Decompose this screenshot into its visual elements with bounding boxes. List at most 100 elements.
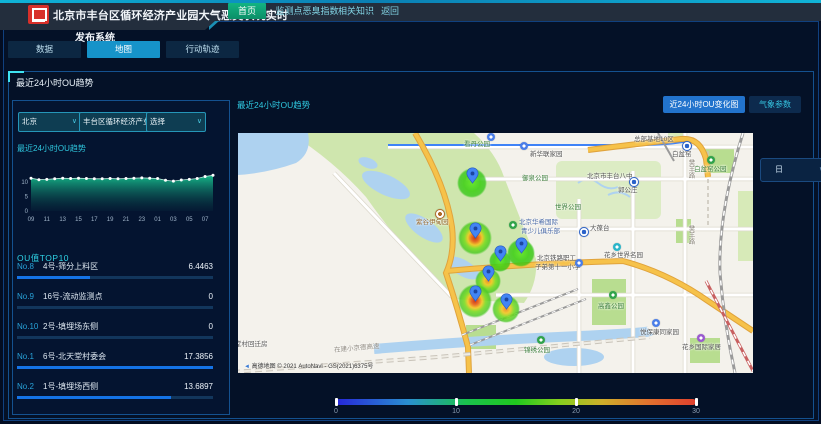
svg-text:13: 13 [59,217,66,223]
point-select[interactable]: 选择 ∨ [146,112,206,132]
map-overlay: 看丹公园总部基地10区新华联家园御泉公园北京市丰台八中世界公园北京华希国际青少儿… [238,133,753,373]
value-bar-fill [17,276,90,279]
school-poi-icon [575,259,583,267]
scenic-poi-icon [613,243,621,251]
svg-text:11: 11 [44,217,51,223]
map-place-label: 北京市丰台八中 [587,173,633,180]
svg-text:21: 21 [123,217,130,223]
map-place-label: 子弟第十一小学 [535,264,581,271]
value-bar-fill [17,366,213,369]
ranking-row[interactable]: No.10 2号-填埋场东侧 0 [17,321,213,351]
metro-poi-icon [682,141,692,151]
map-section-title: 最近24小时OU趋势 [237,99,310,111]
value-bar-track [17,306,213,309]
value-bar-track [17,336,213,339]
ou-value: 6.4463 [189,261,213,273]
map-canvas[interactable]: 看丹公园总部基地10区新华联家园御泉公园北京市丰台八中世界公园北京华希国际青少儿… [238,133,753,373]
station-marker-pin[interactable] [500,293,513,315]
poi-poi-icon [435,209,445,219]
map-place-label: 花乡国际家居 [682,344,721,351]
ranking-row[interactable]: No.9 16号-流动监测点 0 [17,291,213,321]
ou-change-map-button[interactable]: 近24小时OU变化图 [663,96,745,113]
city-select-value: 北京 [22,117,37,126]
rank-label: No.9 [17,291,43,303]
value-bar-fill [17,396,171,399]
legend-tick-label: 10 [446,408,466,415]
sidebar-panel: 北京 ∨ 丰台区循环经济产业园 ∨ 选择 ∨ 最近24小时OU趋势 105009… [12,100,230,415]
legend-marker [335,398,338,406]
station-marker-pin[interactable] [469,285,482,307]
svg-text:19: 19 [107,217,114,223]
ou-value: 0 [209,291,213,303]
metro-poi-icon [579,227,589,237]
park-poi-icon [609,291,617,299]
weather-params-button[interactable]: 气象参数 [749,96,801,113]
station-marker-pin[interactable] [494,245,507,267]
map-place-label: 青少儿俱乐部 [521,228,560,235]
station-name: 6号-北天堂村委会 [43,351,184,363]
svg-text:17: 17 [91,217,98,223]
heat-legend-bar [336,399,696,405]
map-place-label: 新华联家园 [530,151,563,158]
ranking-row[interactable]: No.2 1号-填埋场西侧 13.6897 [17,381,213,411]
map-time-select[interactable]: 日 ∨ [760,158,821,182]
nav-item-home[interactable]: 首页 [228,3,266,19]
attribution-text: 高德地图 © 2021 AutoNavi - GS(2021)6375号 [252,364,374,370]
ranking-row[interactable]: No.8 4号-筛分上料区 6.4463 [17,261,213,291]
park-select[interactable]: 丰台区循环经济产业园 ∨ [79,112,153,132]
station-marker-pin[interactable] [482,265,495,287]
station-name: 2号-填埋场东侧 [43,321,209,333]
park-poi-icon [707,156,715,164]
station-marker-pin[interactable] [515,237,528,259]
app-window: 北京市丰台区循环经济产业园大气恶臭状况实时 首页 监测点恶臭指数 相关知识 返回… [0,0,821,424]
station-marker-pin[interactable] [466,167,479,189]
city-select[interactable]: 北京 ∨ [18,112,81,132]
map-place-label: 白盆窑 [672,151,692,158]
value-bar-track [17,366,213,369]
svg-text:23: 23 [138,217,145,223]
rank-label: No.1 [17,351,43,363]
legend-marker [455,398,458,406]
legend-tick-label: 30 [686,408,706,415]
map-place-label: 樊羊路 [687,159,693,179]
ranking-row[interactable]: No.1 6号-北天堂村委会 17.3856 [17,351,213,381]
shop-poi-icon [697,334,705,342]
ou-value: 13.6897 [184,381,213,393]
blue-poi-icon [652,319,660,327]
tab-track[interactable]: 行动轨迹 [166,41,239,58]
map-place-label: 悦保康同家园 [640,329,679,336]
svg-text:10: 10 [21,180,28,186]
station-name: 1号-填埋场西侧 [43,381,184,393]
green-poi-icon [509,221,517,229]
map-place-label: 大葆台 [590,225,610,232]
park-poi-icon [537,336,545,344]
panel-title: 最近24小时OU趋势 [16,76,94,89]
map-place-label: 世界公园 [555,204,581,211]
rank-label: No.10 [17,321,43,333]
map-place-label: 锦绣公园 [524,347,550,354]
rank-label: No.8 [17,261,43,273]
ou-trend-chart: 1050091113151719212301030507 [17,153,217,225]
station-marker-pin[interactable] [469,222,482,244]
legend-marker [575,398,578,406]
legend-marker [695,398,698,406]
rank-label: No.2 [17,381,43,393]
svg-text:09: 09 [28,217,35,223]
map-place-label: 花乡世界名园 [604,252,643,259]
station-name: 16号-流动监测点 [43,291,209,303]
map-place-label: 郭公庄 [618,187,638,194]
svg-text:03: 03 [170,217,177,223]
blue-poi-icon [487,133,495,141]
map-attribution: ◄ 高德地图 © 2021 AutoNavi - GS(2021)6375号 [244,361,373,370]
map-place-label: 总部基地10区 [634,136,674,143]
tab-data[interactable]: 数据 [8,41,81,58]
map-place-label: 高鑫公园 [598,303,624,310]
map-place-label: 樊羊路 [687,225,693,245]
nav-item-back[interactable]: 返回 [372,3,408,19]
main-nav: 首页 监测点恶臭指数 相关知识 返回 [0,0,821,21]
map-place-label: 北京铁路职工 [537,255,576,262]
svg-text:5: 5 [25,195,29,201]
chevron-down-icon: ∨ [197,113,202,131]
tab-map[interactable]: 地图 [87,41,160,58]
park-select-value: 丰台区循环经济产业园 [83,117,153,126]
